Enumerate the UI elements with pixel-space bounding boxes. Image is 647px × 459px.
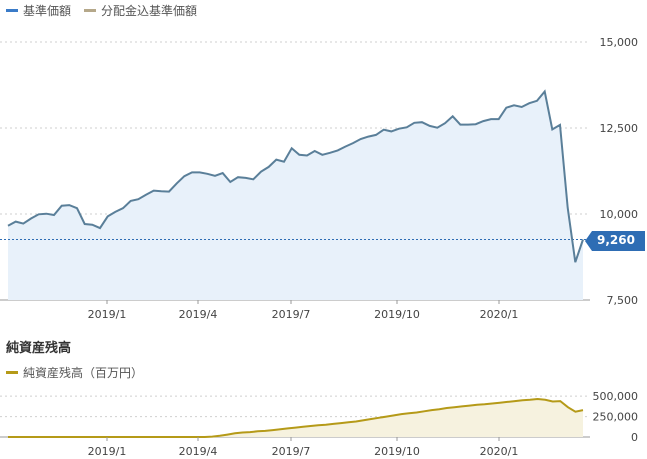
net-assets-ytick-label: 500,000 bbox=[593, 390, 639, 403]
price-ytick-label: 7,500 bbox=[607, 294, 639, 307]
net-assets-y-axis: 500,000 250,000 0 bbox=[593, 390, 639, 444]
price-ytick-label: 10,000 bbox=[600, 208, 639, 221]
legend-swatch-price-with-dividends bbox=[84, 9, 96, 12]
net-assets-xtick-label: 2020/1 bbox=[480, 445, 519, 458]
price-area-fill bbox=[8, 91, 583, 300]
price-xtick-label: 2020/1 bbox=[480, 308, 519, 321]
legend-label-net-assets: 純資産残高（百万円） bbox=[23, 366, 144, 380]
legend-item-net-assets[interactable]: 純資産残高（百万円） bbox=[6, 364, 143, 381]
legend-item-price[interactable]: 基準価額 bbox=[6, 2, 71, 19]
current-value-text: 9,260 bbox=[597, 233, 635, 247]
legend-swatch-price bbox=[6, 9, 18, 12]
chart-canvas: 15,00012,50010,0007,500 2019/1 2019/4 2019… bbox=[0, 36, 639, 458]
net-assets-title: 純資産残高 bbox=[6, 341, 72, 356]
price-xtick-label: 2019/1 bbox=[88, 308, 127, 321]
net-assets-xtick-label: 2019/10 bbox=[374, 445, 420, 458]
legend-label-price: 基準価額 bbox=[23, 4, 72, 18]
net-assets-xtick-label: 2019/7 bbox=[272, 445, 311, 458]
price-xtick-label: 2019/7 bbox=[272, 308, 311, 321]
price-y-axis: 15,000 12,500 10,000 7,500 bbox=[600, 36, 639, 307]
price-ytick-label: 12,500 bbox=[600, 122, 639, 135]
price-xtick-label: 2019/4 bbox=[179, 308, 218, 321]
legend-label-price-with-dividends: 分配金込基準価額 bbox=[101, 4, 198, 18]
legend-swatch-net-assets bbox=[6, 371, 18, 374]
net-assets-xtick-label: 2019/1 bbox=[88, 445, 127, 458]
price-ytick-label: 15,000 bbox=[600, 36, 639, 49]
legend-item-price-with-dividends[interactable]: 分配金込基準価額 bbox=[84, 2, 197, 19]
net-assets-x-axis: 2019/1 2019/4 2019/7 2019/10 2020/1 bbox=[88, 437, 519, 458]
net-assets-ytick-label: 0 bbox=[631, 431, 638, 444]
net-assets-area-fill bbox=[8, 399, 583, 437]
net-assets-ytick-label: 250,000 bbox=[593, 411, 639, 424]
price-x-axis: 2019/1 2019/4 2019/7 2019/10 2020/1 bbox=[88, 300, 519, 321]
price-xtick-label: 2019/10 bbox=[374, 308, 420, 321]
current-value-badge: 9,260 bbox=[585, 231, 645, 251]
net-assets-xtick-label: 2019/4 bbox=[179, 445, 218, 458]
